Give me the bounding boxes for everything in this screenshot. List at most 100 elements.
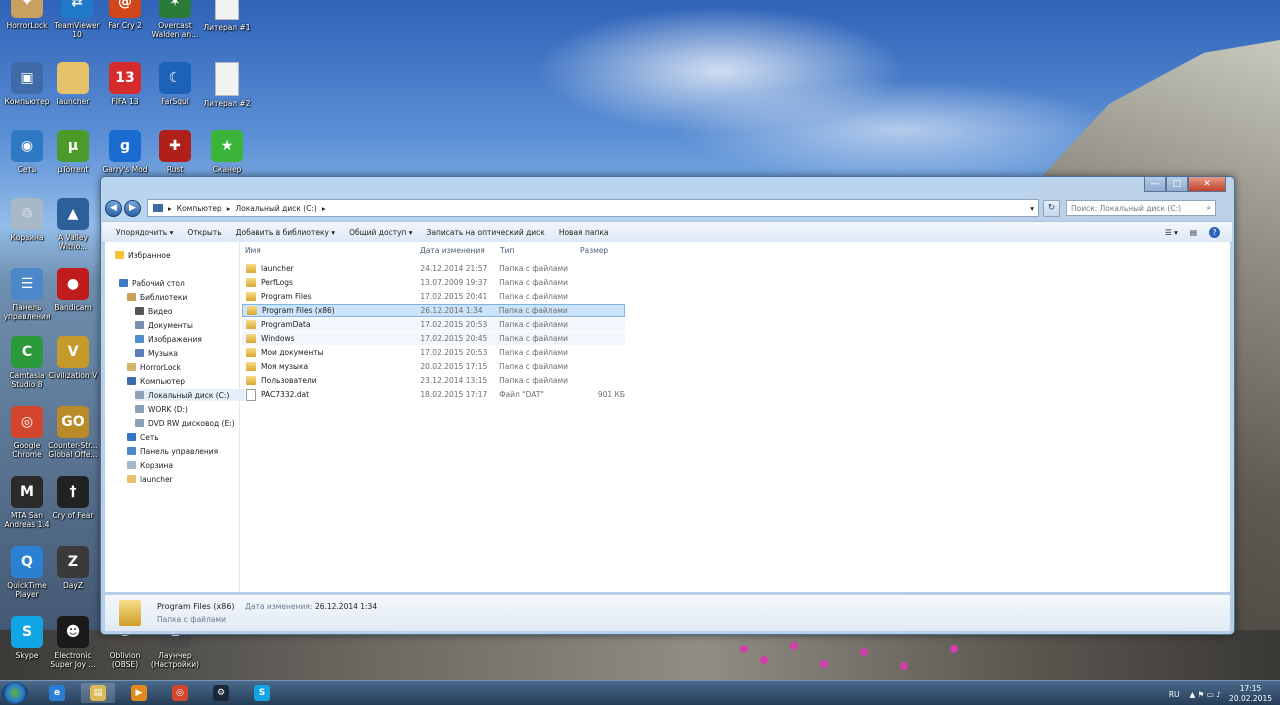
preview-pane-button[interactable]: ▤ — [1190, 228, 1197, 237]
desktop-icon-20[interactable]: V Civilization V — [46, 336, 100, 380]
back-button[interactable]: ◀ — [105, 199, 122, 217]
taskbar-steam-button[interactable]: ⚙ — [204, 683, 238, 703]
file-row[interactable]: Мои документы 17.02.2015 20:53 Папка с фай… — [242, 346, 625, 359]
taskbar-explorer-button[interactable]: ▤ — [81, 683, 115, 703]
file-type: Папка с файлами — [499, 334, 569, 343]
file-row[interactable]: PAC7332.dat 18.02.2015 17:17 Файл "DAT" 901… — [242, 388, 625, 401]
desktop-icon-0[interactable]: ✦ HorrorLock — [0, 0, 54, 30]
nav-item[interactable]: Локальный диск (C:) — [135, 389, 245, 401]
nav-item[interactable]: DVD RW дисковод (E:) — [135, 417, 235, 429]
column-type[interactable]: Тип — [500, 246, 514, 255]
clock[interactable]: 17:15 20.02.2015 — [1229, 684, 1272, 704]
desktop-icon-8[interactable]: ☾ FarSqul — [148, 62, 202, 106]
nav-item[interactable]: Корзина — [127, 459, 173, 471]
desktop-icon-11[interactable]: µ µTorrent — [46, 130, 100, 174]
desktop-icon-6[interactable]: launcher — [46, 62, 100, 106]
nav-item[interactable]: launcher — [127, 473, 173, 485]
column-size[interactable]: Размер — [580, 246, 608, 255]
file-row[interactable]: Program Files 17.02.2015 20:41 Папка с фай… — [242, 290, 625, 303]
desktop-icon-24[interactable]: † Cry of Fear — [46, 476, 100, 520]
desktop-icon-label: Bandicam — [54, 303, 92, 312]
open-button[interactable]: Открыть — [187, 228, 221, 237]
breadcrumb-separator[interactable]: ▸ — [168, 204, 172, 213]
desktop-icon-13[interactable]: ✚ Rust — [148, 130, 202, 174]
file-row[interactable]: launcher 24.12.2014 21:57 Папка с файлами — [242, 262, 625, 275]
refresh-button[interactable]: ↻ — [1043, 199, 1060, 217]
search-input[interactable]: Поиск: Локальный диск (C:) ⌕ — [1066, 200, 1216, 216]
breadcrumb-separator[interactable]: ▸ — [227, 204, 231, 213]
folder-icon — [246, 362, 256, 371]
maximize-button[interactable]: □ — [1166, 177, 1188, 192]
add-to-library-button[interactable]: Добавить в библиотеку ▾ — [236, 228, 335, 237]
nav-item[interactable]: Сеть — [127, 431, 159, 443]
file-row[interactable]: Пользователи 23.12.2014 13:15 Папка с файл… — [242, 374, 625, 387]
app-icon: ▲ — [57, 198, 89, 230]
help-icon[interactable]: ? — [1209, 226, 1220, 238]
breadcrumb-separator[interactable]: ▸ — [322, 204, 326, 213]
nav-item[interactable]: Документы — [135, 319, 193, 331]
start-button[interactable] — [2, 682, 28, 704]
desktop-icon-label: µTorrent — [57, 165, 89, 174]
forward-button[interactable]: ▶ — [124, 199, 141, 217]
desktop-icon-9[interactable]: Литерал #2 — [200, 62, 254, 108]
nav-item[interactable]: Рабочий стол — [119, 277, 185, 289]
taskbar-ie-button[interactable]: e — [40, 683, 74, 703]
breadcrumb-computer[interactable]: Компьютер — [177, 204, 222, 213]
file-row[interactable]: Program Files (x86) 26.12.2014 1:34 Папка … — [242, 304, 625, 317]
desktop-icon-label: Rust — [166, 165, 184, 174]
desktop-icon-18[interactable]: ● Bandicam — [46, 268, 100, 312]
folder-icon — [119, 600, 141, 626]
burn-button[interactable]: Записать на оптический диск — [427, 228, 545, 237]
nav-item[interactable]: HorrorLock — [127, 361, 181, 373]
details-name: Program Files (x86) Дата изменения: 26.1… — [157, 602, 377, 611]
organize-button[interactable]: Упорядочить ▾ — [116, 228, 173, 237]
file-name: PerfLogs — [261, 278, 293, 287]
desktop-icon-28[interactable]: ☻ Electronic Super Joy ... — [46, 616, 100, 669]
nav-item[interactable]: Видео — [135, 305, 172, 317]
close-button[interactable]: ✕ — [1188, 177, 1226, 192]
taskbar-media-button[interactable]: ▶ — [122, 683, 156, 703]
nav-item[interactable]: Музыка — [135, 347, 178, 359]
desktop-icon-22[interactable]: GO Counter-Str... Global Offe... — [46, 406, 100, 459]
nav-item[interactable]: Панель управления — [127, 445, 218, 457]
file-row[interactable]: Windows 17.02.2015 20:45 Папка с файлами — [242, 332, 625, 345]
desktop-icon-26[interactable]: Z DayZ — [46, 546, 100, 590]
taskbar-skype-button[interactable]: S — [245, 683, 279, 703]
minimize-button[interactable]: — — [1144, 177, 1166, 192]
app-icon — [215, 0, 239, 20]
file-row[interactable]: ProgramData 17.02.2015 20:53 Папка с файла… — [242, 318, 625, 331]
address-dropdown-icon[interactable]: ▾ — [1030, 204, 1034, 213]
file-date: 17.02.2015 20:53 — [420, 348, 488, 357]
desktop-icon-16[interactable]: ▲ A Valley Witho... — [46, 198, 100, 251]
file-row[interactable]: Моя музыка 20.02.2015 17:15 Папка с файлам… — [242, 360, 625, 373]
file-row[interactable]: PerfLogs 13.07.2009 19:37 Папка с файлами — [242, 276, 625, 289]
nav-item-label: Изображения — [148, 334, 202, 344]
desktop-icon-1[interactable]: ⇄ TeamViewer 10 — [50, 0, 104, 39]
nav-item[interactable]: Компьютер — [127, 375, 185, 387]
nav-item[interactable]: Избранное — [115, 249, 171, 261]
file-type: Папка с файлами — [499, 292, 569, 301]
desktop-icon-7[interactable]: 13 FIFA 13 — [98, 62, 152, 106]
desktop-icon-3[interactable]: ✶ Overcast Walden an... — [148, 0, 202, 39]
nav-item[interactable]: Изображения — [135, 333, 202, 345]
desktop-icon-12[interactable]: g Garry's Mod — [98, 130, 152, 174]
share-button[interactable]: Общий доступ ▾ — [349, 228, 412, 237]
desktop-icon-14[interactable]: ★ Сканер — [200, 130, 254, 174]
nav-item[interactable]: WORK (D:) — [135, 403, 188, 415]
column-name[interactable]: Имя — [245, 246, 261, 255]
app-icon: ★ — [211, 130, 243, 162]
language-indicator[interactable]: RU — [1169, 690, 1180, 699]
address-bar[interactable]: ▸ Компьютер ▸ Локальный диск (C:) ▸ ▾ — [147, 199, 1039, 217]
nav-item-icon — [135, 419, 144, 427]
tray-icons[interactable]: ▲ ⚑ ▭ ♪ — [1190, 690, 1222, 699]
breadcrumb-local-disk[interactable]: Локальный диск (C:) — [235, 204, 316, 213]
desktop-icon-4[interactable]: Литерал #1 — [200, 0, 254, 32]
app-icon — [215, 62, 239, 96]
taskbar-chrome-button[interactable]: ◎ — [163, 683, 197, 703]
view-options-button[interactable]: ☰ ▾ — [1165, 228, 1178, 237]
column-date[interactable]: Дата изменения — [420, 246, 485, 255]
desktop-icon-2[interactable]: @ Far Cry 2 — [98, 0, 152, 30]
new-folder-button[interactable]: Новая папка — [559, 228, 609, 237]
desktop-icon-label: Garry's Mod — [102, 165, 148, 174]
nav-item[interactable]: Библиотеки — [127, 291, 187, 303]
